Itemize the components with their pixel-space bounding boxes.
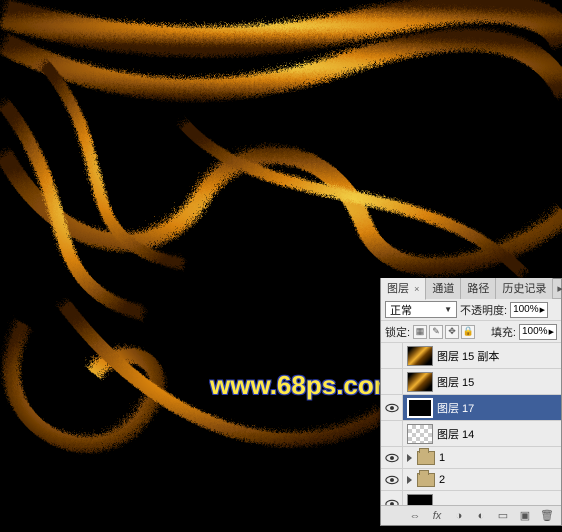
layer-group-row[interactable]: 1 xyxy=(381,447,561,469)
layer-name[interactable]: 1 xyxy=(439,452,445,464)
visibility-toggle[interactable] xyxy=(381,395,403,420)
fill-label: 填充: xyxy=(491,324,516,340)
layer-row[interactable]: 图层 15 副本 xyxy=(381,343,561,369)
chevron-right-icon: ▶ xyxy=(540,306,545,314)
lock-position-icon[interactable]: ✥ xyxy=(445,325,459,339)
watermark-68ps: www.68ps.com xyxy=(210,370,397,401)
layer-thumbnail[interactable] xyxy=(407,346,433,366)
eye-icon xyxy=(385,403,399,413)
layer-row[interactable]: 图层 15 xyxy=(381,369,561,395)
disclosure-triangle-icon[interactable] xyxy=(407,454,412,462)
chevron-down-icon: ▼ xyxy=(444,305,452,314)
new-group-icon[interactable]: ▭ xyxy=(495,509,511,523)
lock-label: 锁定: xyxy=(385,324,410,340)
panel-bottom-bar: ⇔ fx ◑ ◐ ▭ ▣ 🗑 xyxy=(381,505,561,525)
tab-label: 图层 xyxy=(387,283,409,295)
mask-icon[interactable]: ◑ xyxy=(451,509,467,523)
visibility-toggle[interactable] xyxy=(381,343,403,368)
tab-channels[interactable]: 通道 xyxy=(426,278,461,299)
visibility-toggle[interactable] xyxy=(381,491,403,505)
tab-label: 路径 xyxy=(467,283,489,295)
layer-thumbnail[interactable] xyxy=(407,494,433,506)
link-layers-icon[interactable]: ⇔ xyxy=(407,509,423,523)
lock-fill-row: 锁定: ▦ ✎ ✥ 🔒 填充: 100% ▶ xyxy=(381,321,561,343)
layer-row[interactable] xyxy=(381,491,561,505)
panel-tabs: 图层 × 通道 路径 历史记录 ▸≡ xyxy=(381,279,561,299)
eye-icon xyxy=(385,475,399,485)
layer-name[interactable]: 图层 15 xyxy=(437,374,474,390)
layer-name[interactable]: 图层 15 副本 xyxy=(437,348,499,364)
opacity-label: 不透明度: xyxy=(460,302,507,318)
eye-icon xyxy=(385,453,399,463)
fill-field[interactable]: 100% ▶ xyxy=(519,324,557,340)
blend-mode-value: 正常 xyxy=(390,302,412,318)
visibility-toggle[interactable] xyxy=(381,469,403,490)
lock-all-icon[interactable]: 🔒 xyxy=(461,325,475,339)
new-layer-icon[interactable]: ▣ xyxy=(517,509,533,523)
folder-icon xyxy=(417,451,435,465)
layer-name[interactable]: 图层 14 xyxy=(437,426,474,442)
layer-group-row[interactable]: 2 xyxy=(381,469,561,491)
tab-history[interactable]: 历史记录 xyxy=(496,278,553,299)
folder-icon xyxy=(417,473,435,487)
lock-pixels-icon[interactable]: ✎ xyxy=(429,325,443,339)
tab-label: 通道 xyxy=(432,283,454,295)
opacity-field[interactable]: 100% ▶ xyxy=(510,302,548,318)
layer-list: 图层 15 副本 图层 15 图层 17 图层 14 xyxy=(381,343,561,505)
layer-row[interactable]: 图层 17 xyxy=(381,395,561,421)
visibility-toggle[interactable] xyxy=(381,447,403,468)
chevron-right-icon: ▶ xyxy=(549,328,554,336)
blend-mode-select[interactable]: 正常 ▼ xyxy=(385,301,457,318)
visibility-toggle[interactable] xyxy=(381,421,403,446)
lock-transparency-icon[interactable]: ▦ xyxy=(413,325,427,339)
tab-paths[interactable]: 路径 xyxy=(461,278,496,299)
blend-opacity-row: 正常 ▼ 不透明度: 100% ▶ xyxy=(381,299,561,321)
layer-row[interactable]: 图层 14 xyxy=(381,421,561,447)
layer-thumbnail[interactable] xyxy=(407,372,433,392)
panel-menu-icon[interactable]: ▸≡ xyxy=(553,282,562,295)
tab-label: 历史记录 xyxy=(502,283,546,295)
adjustment-icon[interactable]: ◐ xyxy=(473,509,489,523)
layer-thumbnail[interactable] xyxy=(407,398,433,418)
trash-icon[interactable]: 🗑 xyxy=(539,509,555,523)
fx-icon[interactable]: fx xyxy=(429,509,445,523)
layer-name[interactable]: 2 xyxy=(439,474,445,486)
disclosure-triangle-icon[interactable] xyxy=(407,476,412,484)
close-icon[interactable]: × xyxy=(414,284,419,294)
visibility-toggle[interactable] xyxy=(381,369,403,394)
layer-name[interactable]: 图层 17 xyxy=(437,400,474,416)
layers-panel: 图层 × 通道 路径 历史记录 ▸≡ 正常 ▼ 不透明度: 100% ▶ 锁定:… xyxy=(380,278,562,526)
tab-layers[interactable]: 图层 × xyxy=(381,278,426,300)
lock-buttons: ▦ ✎ ✥ 🔒 xyxy=(413,325,475,339)
layer-thumbnail[interactable] xyxy=(407,424,433,444)
fill-value: 100% xyxy=(522,326,548,337)
opacity-value: 100% xyxy=(513,304,539,315)
